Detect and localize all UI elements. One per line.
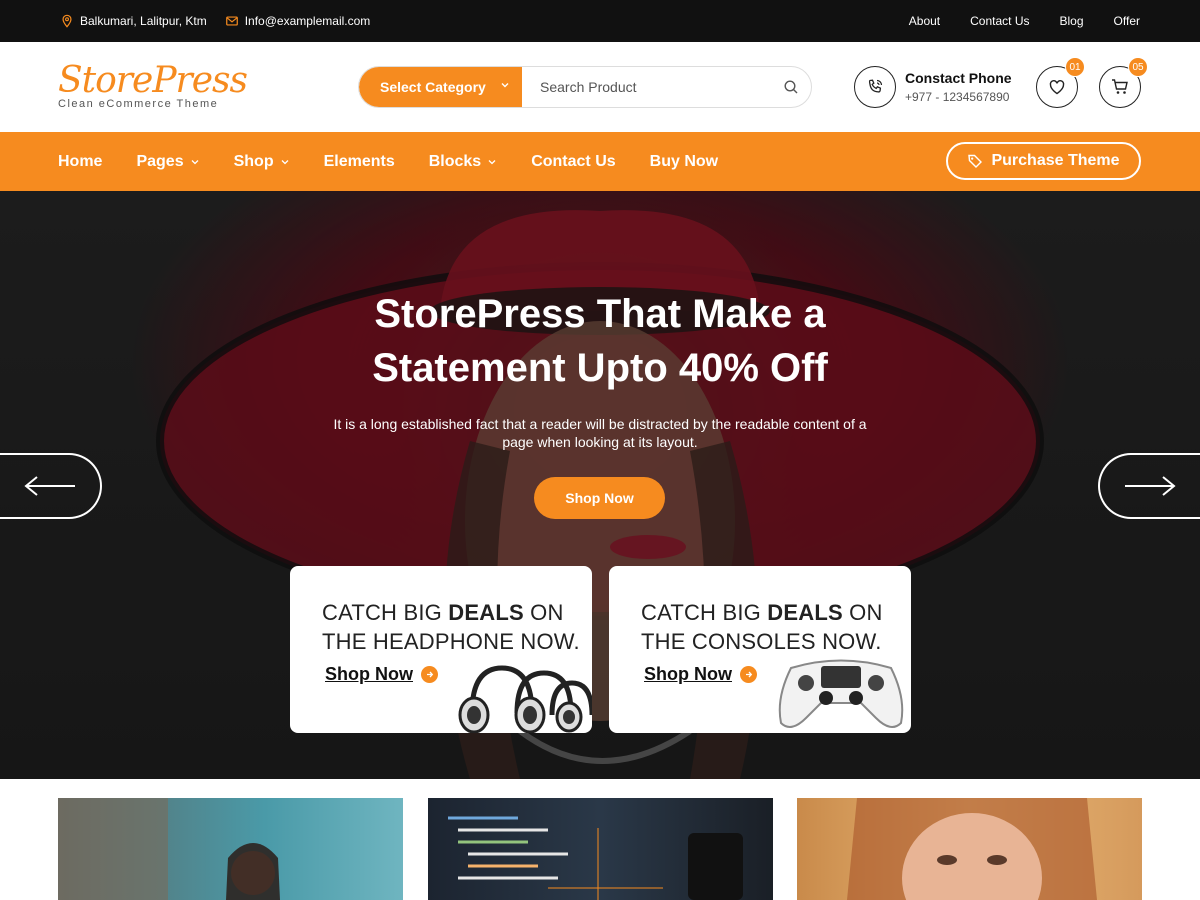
nav-item-home[interactable]: Home: [58, 153, 102, 171]
woman-portrait-image: [847, 798, 1097, 900]
search-bar: Select Category: [358, 66, 812, 108]
slider-prev-button[interactable]: [0, 453, 102, 519]
nav-item-label: Buy Now: [649, 152, 719, 170]
topbar-link-blog[interactable]: Blog: [1060, 14, 1084, 28]
email-text[interactable]: Info@examplemail.com: [245, 14, 371, 28]
email-info[interactable]: Info@examplemail.com: [225, 14, 371, 28]
nav-item-buy-now[interactable]: Buy Now: [650, 153, 718, 171]
promo-link-label: Shop Now: [644, 664, 732, 684]
nav-item-shop[interactable]: Shop: [234, 153, 290, 171]
promo-card-consoles[interactable]: CATCH BIG DEALS ON THE CONSOLES NOW. Sho…: [609, 566, 911, 733]
purchase-theme-button[interactable]: Purchase Theme: [946, 142, 1141, 180]
nav-item-label: Elements: [323, 152, 395, 170]
address-text: Balkumari, Lalitpur, Ktm: [80, 14, 207, 28]
nav-item-label: Home: [58, 152, 103, 170]
arrow-right-circle-icon: [740, 666, 757, 683]
nav-item-label: Contact Us: [531, 152, 616, 170]
logo-tagline: Clean eCommerce Theme: [58, 98, 219, 110]
hero-title: StorePress That Make a Statement Upto 40…: [372, 292, 828, 390]
promo-line1-post: ON: [523, 600, 564, 625]
promo-card-headphone[interactable]: CATCH BIG DEALS ON THE HEADPHONE NOW. Sh…: [290, 566, 592, 733]
hero-shop-now-button[interactable]: Shop Now: [534, 477, 665, 519]
nav-item-blocks[interactable]: Blocks: [429, 153, 497, 171]
phone-number: +977 - 1234567890: [905, 90, 1010, 104]
promo-line1-pre: CATCH BIG: [322, 600, 449, 625]
category-select[interactable]: Select Category: [359, 67, 522, 107]
wishlist-count-badge: 01: [1065, 57, 1085, 77]
nav-item-label: Pages: [136, 152, 184, 170]
purchase-theme-label: Purchase Theme: [991, 152, 1120, 169]
woman-photo-image: [58, 798, 280, 900]
promo-shop-now-link[interactable]: Shop Now: [644, 664, 757, 685]
search-button[interactable]: [771, 67, 811, 107]
phone-icon: [868, 79, 883, 93]
phone-title: Constact Phone: [905, 70, 1012, 86]
arrow-right-icon: [1125, 476, 1176, 496]
topbar-link-contact[interactable]: Contact Us: [970, 14, 1029, 28]
hero-description: It is a long established fact that a rea…: [333, 416, 867, 450]
promo-shop-now-link[interactable]: Shop Now: [325, 664, 438, 685]
contact-phone: Constact Phone +977 - 1234567890: [854, 66, 1012, 108]
hero-slider: StorePress That Make a Statement Upto 40…: [0, 191, 1200, 779]
mail-icon: [225, 16, 238, 26]
nav-item-label: Blocks: [428, 152, 482, 170]
arrow-right-circle-icon: [421, 666, 438, 683]
nav-item-pages[interactable]: Pages: [136, 153, 199, 171]
site-logo[interactable]: StorePress Clean eCommerce Theme: [58, 60, 248, 111]
main-nav: Home Pages Shop Elements Blocks Contact …: [0, 132, 1200, 191]
featured-card-image[interactable]: [58, 798, 403, 900]
arrow-left-icon: [24, 476, 75, 496]
slider-next-button[interactable]: [1098, 453, 1200, 519]
headphone-image: [458, 665, 592, 733]
top-bar: Balkumari, Lalitpur, Ktm Info@examplemai…: [0, 0, 1200, 42]
location-icon: [62, 14, 72, 28]
promo-line1-bold: DEALS: [767, 600, 843, 625]
promo-line1-pre: CATCH BIG: [641, 600, 768, 625]
chevron-down-icon: [488, 159, 496, 164]
nav-item-label: Shop: [233, 152, 274, 170]
chevron-down-icon: [191, 159, 199, 164]
phone-icon-circle: [854, 66, 896, 108]
address-info: Balkumari, Lalitpur, Ktm: [60, 14, 207, 28]
promo-line1-bold: DEALS: [448, 600, 524, 625]
code-screen-image: [448, 816, 743, 900]
promo-link-label: Shop Now: [325, 664, 413, 684]
category-select-label: Select Category: [380, 79, 486, 95]
chevron-down-icon: [501, 83, 509, 88]
search-icon: [784, 80, 798, 94]
cart-button[interactable]: 05: [1099, 57, 1148, 108]
heart-icon: [1049, 80, 1065, 95]
featured-card-image[interactable]: [428, 798, 773, 900]
logo-name: StorePress: [58, 60, 248, 101]
topbar-link-offer[interactable]: Offer: [1114, 14, 1140, 28]
promo-line1-post: ON: [842, 600, 883, 625]
cart-icon: [1112, 79, 1128, 94]
nav-item-contact-us[interactable]: Contact Us: [531, 153, 615, 171]
chevron-down-icon: [281, 159, 289, 164]
game-controller-image: [778, 659, 904, 728]
wishlist-button[interactable]: 01: [1036, 57, 1085, 108]
featured-cards: [0, 779, 1200, 900]
tag-icon: [968, 154, 983, 168]
search-input[interactable]: [522, 67, 771, 107]
featured-card-image[interactable]: [797, 798, 1142, 900]
topbar-link-about[interactable]: About: [909, 14, 940, 28]
nav-item-elements[interactable]: Elements: [324, 153, 395, 171]
site-header: StorePress Clean eCommerce Theme Select …: [0, 42, 1200, 132]
cart-count-badge: 05: [1128, 57, 1148, 77]
